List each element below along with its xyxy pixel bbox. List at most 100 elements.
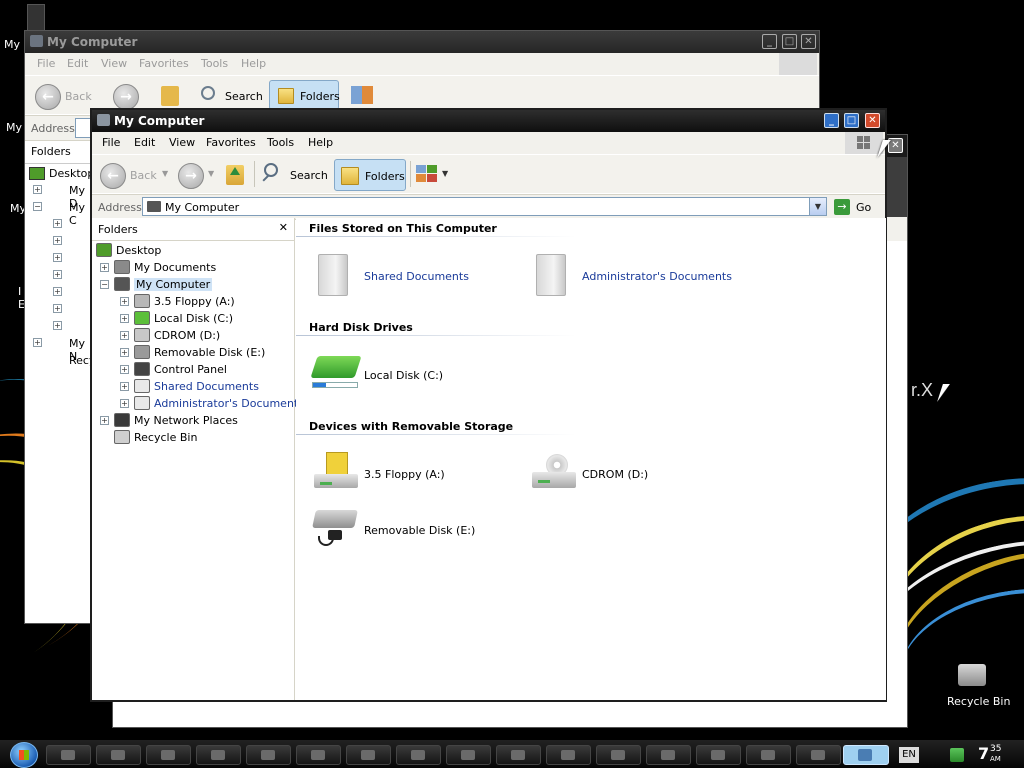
clock-ampm[interactable]: AM [990,755,1001,763]
desktop-icon-label[interactable]: I [18,285,21,298]
front-window-titlebar[interactable]: My Computer _ □ ✕ [92,110,885,132]
search-button-label[interactable]: Search [290,169,328,182]
close-icon[interactable]: ✕ [801,34,816,49]
back-button-label[interactable]: Back [65,90,92,103]
menu-file[interactable]: File [37,57,55,70]
tree-item-desktop[interactable]: Desktop [92,242,294,259]
collapse-icon[interactable]: − [100,280,109,289]
expand-icon[interactable]: + [53,236,62,245]
expand-icon[interactable]: + [53,321,62,330]
chevron-down-icon[interactable]: ▼ [162,169,168,178]
desktop-icon-label[interactable]: My [6,121,22,134]
expand-icon[interactable]: + [120,348,129,357]
expand-icon[interactable]: + [53,219,62,228]
menu-file[interactable]: File [102,136,120,149]
removable-disk-icon[interactable] [312,510,360,550]
taskbar-window-button[interactable] [446,745,491,765]
floppy-item[interactable]: 3.5 Floppy (A:) [364,468,445,481]
expand-icon[interactable]: + [53,287,62,296]
forward-arrow-icon[interactable]: → [178,163,204,189]
taskbar-window-button[interactable] [796,745,841,765]
tree-item-network-places[interactable]: + My Network Places [92,412,294,429]
tree-item-removable-disk[interactable]: + Removable Disk (E:) [92,344,294,361]
tree-item-control-panel[interactable]: + Control Panel [92,361,294,378]
clock-minutes[interactable]: 35 [990,744,1001,754]
local-disk-icon[interactable] [310,356,362,378]
recycle-bin-desktop-icon[interactable] [958,664,986,686]
taskbar-window-button[interactable] [296,745,341,765]
expand-icon[interactable]: + [120,365,129,374]
expand-icon[interactable]: + [53,270,62,279]
taskbar-window-button[interactable] [596,745,641,765]
taskbar-window-button[interactable] [46,745,91,765]
maximize-icon[interactable]: □ [844,113,859,128]
collapse-icon[interactable]: − [33,202,42,211]
forward-arrow-icon[interactable]: → [113,84,139,110]
taskbar-window-button[interactable] [396,745,441,765]
tree-item-recycle-bin[interactable]: +Recycle Bin [92,429,294,446]
language-indicator[interactable]: EN [899,747,919,763]
expand-icon[interactable]: + [120,297,129,306]
menu-help[interactable]: Help [241,57,266,70]
views-icon[interactable] [416,165,438,183]
taskbar-window-button[interactable] [746,745,791,765]
menu-favorites[interactable]: Favorites [139,57,189,70]
go-button-label[interactable]: Go [856,201,871,214]
tree-item-floppy[interactable]: +3.5 Floppy (A:) [92,293,294,310]
shared-documents-item[interactable]: Shared Documents [364,270,469,283]
taskbar-active-button[interactable] [843,745,889,765]
menu-edit[interactable]: Edit [67,57,88,70]
views-icon[interactable] [351,86,373,104]
taskbar-window-button[interactable] [496,745,541,765]
admin-documents-icon[interactable] [536,254,566,296]
chevron-down-icon[interactable]: ▼ [809,198,826,215]
search-button-label[interactable]: Search [225,90,263,103]
menu-favorites[interactable]: Favorites [206,136,256,149]
local-disk-item[interactable]: Local Disk (C:) [364,369,443,382]
taskbar-window-button[interactable] [696,745,741,765]
tree-item-admin-documents[interactable]: + Administrator's Documents [92,395,304,412]
close-pane-icon[interactable]: ✕ [279,221,288,234]
shared-documents-icon[interactable] [318,254,348,296]
minimize-icon[interactable]: _ [824,113,839,128]
menu-tools[interactable]: Tools [267,136,294,149]
address-input[interactable]: My Computer ▼ [142,197,827,216]
expand-icon[interactable]: + [53,304,62,313]
expand-icon[interactable]: + [120,331,129,340]
clock-hour[interactable]: 7 [978,744,989,763]
cdrom-icon[interactable] [532,454,578,492]
up-folder-icon[interactable] [226,165,244,185]
expand-icon[interactable]: + [120,314,129,323]
expand-icon[interactable]: + [33,185,42,194]
menu-view[interactable]: View [169,136,195,149]
tree-item-shared-documents[interactable]: + Shared Documents [92,378,294,395]
menu-view[interactable]: View [101,57,127,70]
search-icon[interactable] [201,86,215,100]
start-button[interactable] [10,742,38,768]
tray-security-icon[interactable] [950,748,964,762]
minimize-icon[interactable]: _ [762,34,777,49]
back-arrow-icon[interactable]: ← [100,163,126,189]
tree-item-cdrom[interactable]: + CDROM (D:) [92,327,294,344]
menu-tools[interactable]: Tools [201,57,228,70]
maximize-icon[interactable]: □ [782,34,797,49]
close-icon[interactable]: ✕ [865,113,880,128]
recycle-bin-label[interactable]: Recycle Bin [947,695,1010,708]
cdrom-item[interactable]: CDROM (D:) [582,468,648,481]
chevron-down-icon[interactable]: ▼ [442,169,448,178]
back-arrow-icon[interactable]: ← [35,84,61,110]
expand-icon[interactable]: + [100,263,109,272]
up-folder-icon[interactable] [161,86,179,106]
tree-item-my-computer[interactable]: − My Computer [92,276,294,293]
taskbar-window-button[interactable] [646,745,691,765]
floppy-icon[interactable] [314,452,360,492]
expand-icon[interactable]: + [120,399,129,408]
removable-disk-item[interactable]: Removable Disk (E:) [364,524,475,537]
go-arrow-icon[interactable]: → [834,199,850,215]
front-window[interactable]: My Computer _ □ ✕ File Edit View Favorit… [90,108,887,702]
tree-item[interactable]: My C [69,201,91,227]
menu-edit[interactable]: Edit [134,136,155,149]
taskbar-window-button[interactable] [196,745,241,765]
tree-item-local-disk[interactable]: + Local Disk (C:) [92,310,294,327]
tree-item-my-documents[interactable]: + My Documents [92,259,294,276]
